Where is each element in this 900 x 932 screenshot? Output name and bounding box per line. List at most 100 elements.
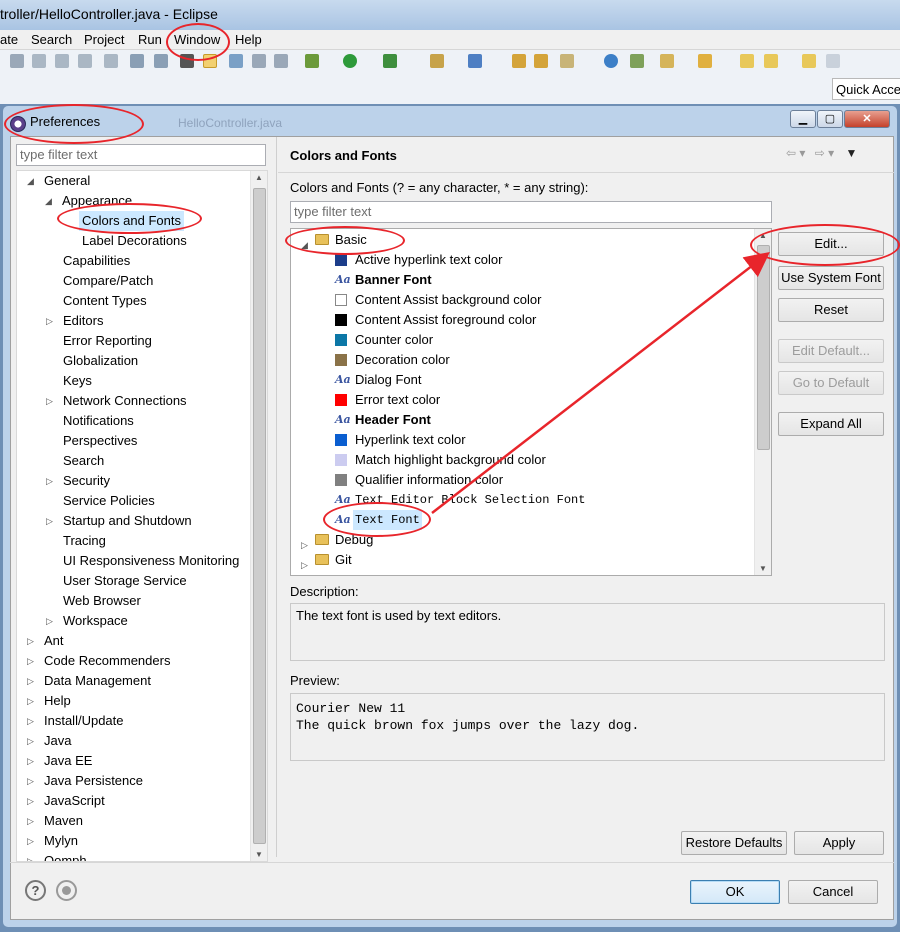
tree-expand-icon[interactable]: ▷ [27,816,34,827]
preference-tree-item[interactable]: Capabilities [60,251,133,271]
menu-help[interactable]: Help [235,32,262,47]
color-font-tree-row[interactable]: Content Assist background color [291,290,753,310]
preference-tree-item[interactable]: Oomph [41,851,90,861]
tree-expand-icon[interactable]: ▷ [46,616,53,627]
reset-button[interactable]: Reset [778,298,884,322]
tree-expand-icon[interactable]: ◢ [45,196,52,207]
menu-project[interactable]: Project [84,32,124,47]
preference-tree-item[interactable]: Compare/Patch [60,271,156,291]
color-font-tree-row[interactable]: Error text color [291,390,753,410]
preference-tree-item[interactable]: Help [41,691,74,711]
preference-tree-item[interactable]: Java EE [41,751,95,771]
minimize-button[interactable]: ▁ [790,110,816,128]
preference-tree-item[interactable]: Globalization [60,351,141,371]
preference-tree-item[interactable]: Ant [41,631,67,651]
right-filter-input[interactable]: type filter text [290,201,772,223]
open-type-icon[interactable] [512,54,526,68]
forward-icon[interactable] [802,54,816,68]
external-tools-icon[interactable] [383,54,397,68]
tree-expand-icon[interactable]: ▷ [27,796,34,807]
menu-navigate[interactable]: ate [0,32,18,47]
color-font-tree-row[interactable]: Qualifier information color [291,470,753,490]
last-edit-icon[interactable] [740,54,754,68]
toolbar-icon[interactable] [32,54,46,68]
preference-tree-item[interactable]: Java [41,731,74,751]
toolbar-icon[interactable] [130,54,144,68]
menu-search[interactable]: Search [31,32,72,47]
restore-defaults-button[interactable]: Restore Defaults [681,831,787,855]
dropdown-icon[interactable] [826,54,840,68]
color-font-tree-row[interactable]: Counter color [291,330,753,350]
apply-button[interactable]: Apply [794,831,884,855]
tree-expand-icon[interactable]: ▷ [46,396,53,407]
help-icon[interactable]: ? [25,880,46,901]
preference-tree-item[interactable]: Error Reporting [60,331,155,351]
back-icon[interactable]: ⇦ ▾ [786,146,805,160]
import-export-icon[interactable] [56,880,77,901]
tree-expand-icon[interactable]: ▷ [27,776,34,787]
pane-divider[interactable] [276,137,277,857]
preference-tree-item[interactable]: Data Management [41,671,154,691]
prev-annotation-icon[interactable] [698,54,712,68]
tree-expand-icon[interactable]: ▷ [27,696,34,707]
tree-expand-icon[interactable]: ▷ [27,756,34,767]
close-button[interactable]: ✕ [844,110,890,128]
expand-all-button[interactable]: Expand All [778,412,884,436]
preference-tree-item[interactable]: Java Persistence [41,771,146,791]
color-font-tree-row[interactable]: Aa Header Font [291,410,753,430]
new-class-icon[interactable] [468,54,482,68]
preference-tree-item[interactable]: User Storage Service [60,571,190,591]
left-scrollbar[interactable]: ▲ ▼ [250,171,267,861]
toolbar-icon[interactable] [104,54,118,68]
tree-expand-icon[interactable]: ▷ [46,516,53,527]
preference-tree-item[interactable]: Content Types [60,291,150,311]
tree-expand-icon[interactable]: ▷ [46,476,53,487]
tree-expand-icon[interactable]: ▷ [27,716,34,727]
toolbar-icon[interactable] [274,54,288,68]
edit-default-button[interactable]: Edit Default... [778,339,884,363]
preference-tree-item[interactable]: Tracing [60,531,109,551]
color-font-tree-row[interactable]: Decoration color [291,350,753,370]
color-font-tree-row[interactable]: Aa Dialog Font [291,370,753,390]
tree-expand-icon[interactable]: ▷ [27,736,34,747]
tree-expand-icon[interactable]: ▷ [27,836,34,847]
preference-tree-item[interactable]: Search [60,451,107,471]
use-system-font-button[interactable]: Use System Font [778,266,884,290]
preference-tree-item[interactable]: Code Recommenders [41,651,173,671]
menu-run[interactable]: Run [138,32,162,47]
view-menu-icon[interactable]: ▼ [846,146,858,160]
tree-expand-icon[interactable]: ◢ [27,176,34,187]
preference-tree-item[interactable]: General [41,171,93,191]
preference-tree-item[interactable]: Service Policies [60,491,158,511]
open-task-icon[interactable] [534,54,548,68]
color-font-tree-row[interactable]: Aa Banner Font [291,270,753,290]
toolbar-icon[interactable] [154,54,168,68]
right-scrollbar[interactable]: ▲ ▼ [754,229,771,575]
cancel-button[interactable]: Cancel [788,880,878,904]
color-font-tree-row[interactable]: Hyperlink text color [291,430,753,450]
run-icon[interactable] [343,54,357,68]
left-filter-input[interactable]: type filter text [16,144,266,166]
preference-tree-item[interactable]: UI Responsiveness Monitoring [60,551,242,571]
search-icon[interactable] [560,54,574,68]
preference-tree-item[interactable]: Editors [60,311,106,331]
save-icon[interactable] [10,54,24,68]
back-icon[interactable] [764,54,778,68]
color-font-tree-row[interactable]: Content Assist foreground color [291,310,753,330]
globe-icon[interactable] [604,54,618,68]
preference-tree-item[interactable]: Security [60,471,113,491]
tree-expand-icon[interactable]: ▷ [27,656,34,667]
preference-tree-item[interactable]: Workspace [60,611,131,631]
preference-tree-item[interactable]: Label Decorations [79,231,190,251]
tree-expand-icon[interactable]: ▷ [27,636,34,647]
toolbar-icon[interactable] [229,54,243,68]
toolbar-icon[interactable] [78,54,92,68]
new-server-icon[interactable] [430,54,444,68]
preference-tree-item[interactable]: Maven [41,811,86,831]
preference-tree-item[interactable]: Install/Update [41,711,127,731]
preference-tree-item[interactable]: Keys [60,371,95,391]
preference-tree-item[interactable]: Mylyn [41,831,81,851]
left-scroll-thumb[interactable] [253,188,266,844]
preference-tree-item[interactable]: Notifications [60,411,137,431]
right-scroll-thumb[interactable] [757,245,770,450]
